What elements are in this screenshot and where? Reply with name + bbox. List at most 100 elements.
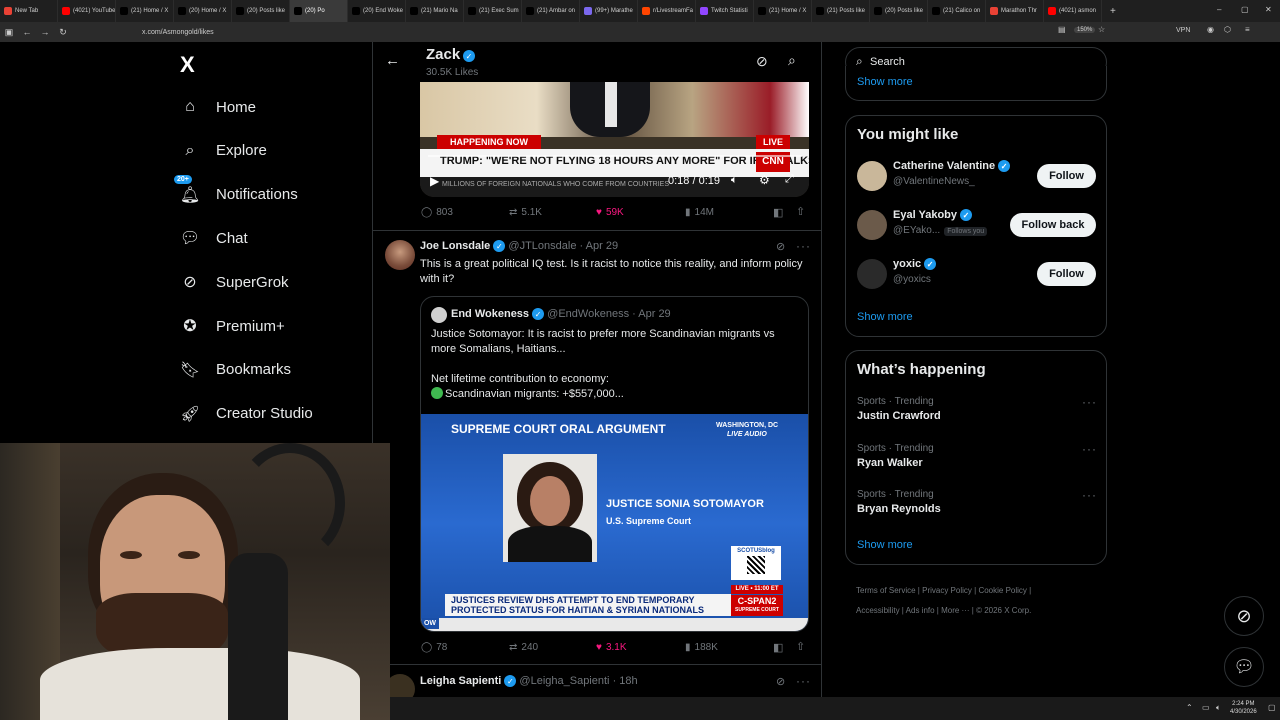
trend-name[interactable]: Bryan Reynolds [857, 503, 941, 515]
play-icon[interactable]: ▶ [430, 174, 439, 188]
tray-chevron-icon[interactable]: ⌃ [1186, 703, 1193, 712]
browser-tab[interactable]: (20) Po [290, 0, 348, 22]
share-icon[interactable]: ⇧ [796, 640, 805, 653]
browser-tab[interactable]: (21) Posts like [812, 0, 870, 22]
browser-tab[interactable]: (4021) asmon [1044, 0, 1102, 22]
reload-icon[interactable]: ↻ [54, 27, 72, 38]
grok-floating-button[interactable]: ⊘ [1224, 596, 1264, 636]
follow-back-button[interactable]: Follow back [1010, 213, 1096, 237]
browser-tab[interactable]: (21) Home / X [116, 0, 174, 22]
like-button[interactable]: ♥ 59K [596, 207, 624, 218]
reader-icon[interactable]: ▤ [1058, 25, 1066, 34]
system-clock[interactable]: 2:24 PM 4/30/2026 [1230, 700, 1257, 716]
zoom-level[interactable]: 150% [1074, 27, 1096, 33]
show-more-link[interactable]: Show more [857, 539, 913, 551]
browser-tab[interactable]: (21) Ambar on [522, 0, 580, 22]
more-options-icon[interactable]: ··· [1082, 442, 1097, 456]
footer-link[interactable]: © 2026 X Corp. [976, 606, 1031, 615]
window-minimize-icon[interactable]: – [1217, 5, 1221, 14]
more-options-icon[interactable]: ··· [1082, 488, 1097, 502]
repost-button[interactable]: ⇄ 5.1K [509, 207, 542, 218]
nav-item-notifications[interactable]: 🔔︎ 20+ Notifications [174, 174, 298, 205]
browser-tab[interactable]: (21) Home / X [754, 0, 812, 22]
back-arrow-icon[interactable]: ← [18, 27, 36, 37]
forward-arrow-icon[interactable]: → [36, 27, 54, 37]
browser-tab[interactable]: (21) Mario Na [406, 0, 464, 22]
quote-media-image[interactable]: SUPREME COURT ORAL ARGUMENT WASHINGTON, … [421, 414, 808, 631]
browser-tab[interactable]: (4021) YouTube [58, 0, 116, 22]
vpn-button[interactable]: VPN [1176, 27, 1190, 34]
settings-icon[interactable]: ⚙︎ [759, 173, 770, 187]
window-restore-icon[interactable]: ▢ [1241, 5, 1249, 14]
bookmark-icon[interactable]: ◧ [773, 206, 783, 219]
show-more-link[interactable]: Show more [857, 76, 913, 88]
extensions-icon[interactable]: ⬡ [1224, 25, 1231, 34]
more-options-icon[interactable]: ··· [796, 239, 811, 253]
browser-tab[interactable]: (20) End Woke [348, 0, 406, 22]
browser-tab[interactable]: (20) Posts like [870, 0, 928, 22]
grok-icon[interactable]: ⊘ [756, 53, 768, 70]
browser-tab[interactable]: (20) Posts like [232, 0, 290, 22]
views-button[interactable]: ▮ 188K [685, 642, 718, 653]
quote-tweet[interactable]: End Wokeness ✓ @EndWokeness · Apr 29 Jus… [420, 296, 809, 632]
author-name[interactable]: Joe Lonsdale [420, 240, 490, 252]
show-more-link[interactable]: Show more [857, 311, 913, 323]
suggestion-name[interactable]: yoxic ✓ [893, 258, 937, 271]
fullscreen-icon[interactable]: ⤢ [785, 173, 794, 186]
follow-button[interactable]: Follow [1037, 164, 1096, 188]
profile-icon[interactable]: ◉ [1207, 25, 1214, 34]
menu-icon[interactable]: ≡ [1245, 25, 1250, 34]
reply-button[interactable]: ◯ 803 [421, 207, 453, 218]
repost-button[interactable]: ⇄ 240 [509, 642, 538, 653]
nav-item-bookmarks[interactable]: 🔖︎ Bookmarks [180, 360, 291, 380]
search-icon[interactable]: ⌕ [788, 52, 796, 69]
x-logo-icon[interactable]: X [180, 52, 204, 77]
like-button[interactable]: ♥ 3.1K [596, 642, 627, 653]
more-options-icon[interactable]: ··· [1082, 395, 1097, 409]
nav-item-home[interactable]: ⌂ Home [180, 97, 256, 117]
chat-floating-button[interactable]: 💬︎ [1224, 647, 1264, 687]
nav-item-explore[interactable]: ⌕ Explore [180, 141, 267, 161]
volume-icon[interactable]: 🔈︎ [731, 174, 738, 187]
footer-link[interactable]: Terms of Service [856, 586, 916, 595]
browser-tab[interactable]: (99+) Marathe [580, 0, 638, 22]
progress-bar[interactable] [428, 155, 802, 157]
avatar[interactable] [385, 240, 415, 270]
avatar[interactable] [857, 210, 887, 240]
avatar[interactable] [857, 161, 887, 191]
footer-link[interactable]: Ads info [906, 606, 935, 615]
suggestion-name[interactable]: Catherine Valentine ✓ [893, 160, 1011, 173]
tweet-date[interactable]: Apr 29 [586, 240, 618, 252]
trend-name[interactable]: Ryan Walker [857, 457, 923, 469]
url-field[interactable]: x.com/Asmongold/likes [142, 29, 214, 36]
window-close-icon[interactable]: ✕ [1265, 5, 1272, 14]
tweet-date[interactable]: 18h [619, 675, 637, 687]
grok-icon[interactable]: ⊘ [776, 675, 785, 688]
volume-icon[interactable]: 🔈︎ [1216, 703, 1221, 713]
views-button[interactable]: ▮ 14M [685, 207, 714, 218]
nav-item-supergrok[interactable]: ⊘ SuperGrok [180, 272, 288, 292]
footer-link[interactable]: Privacy Policy [922, 586, 972, 595]
nav-item-creator-studio[interactable]: 🚀︎ Creator Studio [180, 404, 313, 424]
monitor-icon[interactable]: ▭ [1202, 703, 1210, 712]
video-player[interactable]: HAPPENING NOW LIVE TRUMP: "WE'RE NOT FLY… [420, 82, 809, 197]
author-handle[interactable]: @Leigha_Sapienti [519, 675, 609, 687]
star-icon[interactable]: ☆ [1098, 25, 1105, 34]
sidebar-toggle-icon[interactable]: ▣ [0, 27, 18, 38]
browser-tab[interactable]: Twitch Statisti [696, 0, 754, 22]
nav-item-chat[interactable]: 💬︎ Chat [180, 228, 248, 248]
nav-item-premium[interactable]: ✪ Premium+ [180, 316, 284, 336]
grok-icon[interactable]: ⊘ [776, 240, 785, 253]
footer-link[interactable]: Accessibility [856, 606, 900, 615]
bookmark-icon[interactable]: ◧ [773, 641, 783, 654]
footer-link[interactable]: More ··· [941, 606, 969, 615]
reply-button[interactable]: ◯ 78 [421, 642, 447, 653]
back-button[interactable]: ← [385, 52, 400, 69]
browser-tab[interactable]: (21) Exec Sum [464, 0, 522, 22]
browser-tab[interactable]: (21) Calico on [928, 0, 986, 22]
share-icon[interactable]: ⇧ [796, 205, 805, 218]
notification-icon[interactable]: ▢ [1268, 703, 1276, 712]
trend-name[interactable]: Justin Crawford [857, 410, 941, 422]
browser-tab[interactable]: (20) Home / X [174, 0, 232, 22]
more-options-icon[interactable]: ··· [796, 674, 811, 688]
